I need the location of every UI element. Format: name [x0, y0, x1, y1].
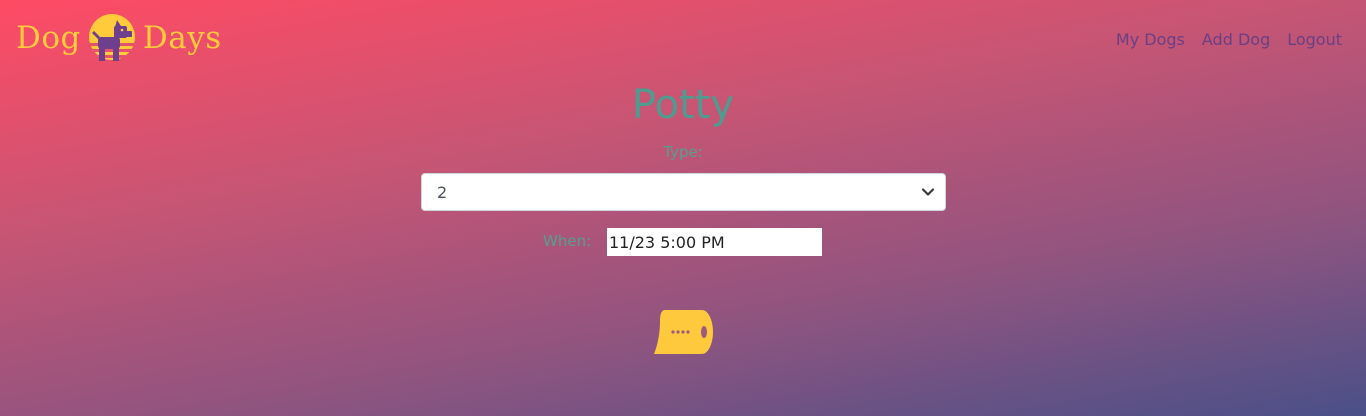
nav-add-dog[interactable]: Add Dog [1202, 30, 1270, 49]
dog-sun-icon [86, 14, 137, 61]
brand-logo-link[interactable]: Dog Days [16, 12, 222, 64]
toilet-paper-icon [654, 310, 713, 354]
type-select-value: 2 [437, 182, 448, 202]
chevron-down-icon [921, 188, 935, 196]
when-label: When: [543, 232, 592, 250]
top-nav: My Dogs Add Dog Logout [1116, 30, 1342, 49]
nav-my-dogs[interactable]: My Dogs [1116, 30, 1185, 49]
nav-logout[interactable]: Logout [1287, 30, 1342, 49]
when-input[interactable] [607, 228, 822, 256]
brand-word-dog: Dog [16, 20, 81, 56]
type-label: Type: [663, 143, 703, 161]
type-select[interactable]: 2 [421, 173, 946, 211]
brand-word-days: Days [142, 20, 222, 56]
page-title: Potty [631, 82, 735, 128]
